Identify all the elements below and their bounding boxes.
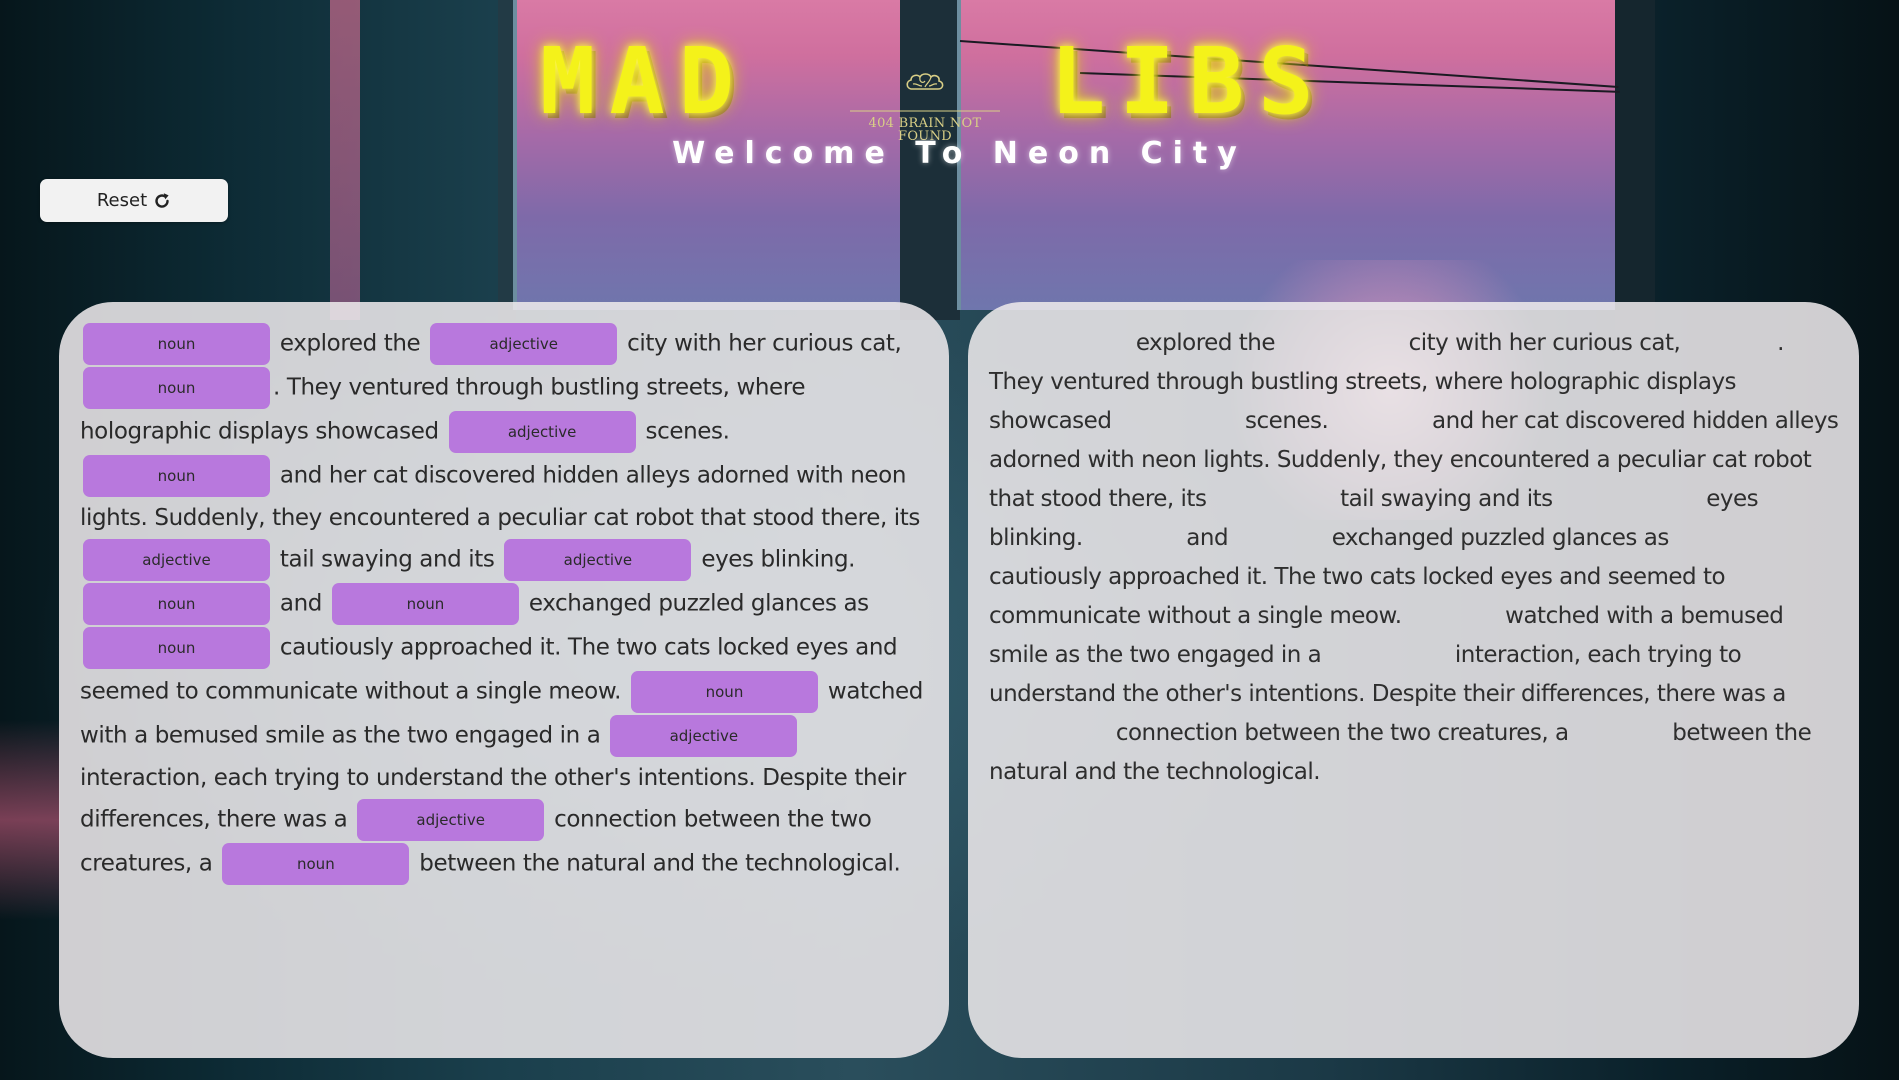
- story-text: explored the: [1135, 330, 1276, 356]
- filled-word-9: [1235, 525, 1325, 545]
- filled-word-8: [1089, 525, 1179, 545]
- page-subtitle: Welcome To Neon City: [672, 136, 1247, 171]
- filled-word-14: [1575, 720, 1665, 740]
- story-preview-panel: explored the city with her curious cat, …: [968, 302, 1859, 1058]
- blank-input-4[interactable]: [448, 411, 636, 453]
- filled-word-3: [1687, 330, 1777, 350]
- story-text: tail swaying and its: [279, 546, 495, 573]
- title-libs: LIBS: [1050, 28, 1328, 135]
- story-text: exchanged puzzled glances as: [528, 590, 869, 617]
- story-text: scenes.: [1245, 408, 1329, 434]
- filled-word-7: [1559, 486, 1699, 506]
- story-text: between the natural and the technologica…: [419, 850, 901, 877]
- story-text: tail swaying and its: [1340, 486, 1553, 512]
- story-text: eyes blinking.: [701, 546, 856, 573]
- blank-input-8[interactable]: [83, 583, 270, 625]
- title-mad: MAD: [540, 28, 749, 135]
- filled-word-5: [1335, 408, 1425, 428]
- brain-logo: 404 BRAIN NOT FOUND: [840, 72, 1010, 143]
- story-text: and: [279, 590, 322, 617]
- story-text: and: [1186, 525, 1229, 551]
- brain-icon: [906, 73, 944, 90]
- filled-word-12: [1328, 642, 1448, 662]
- neon-glow-left: [0, 720, 60, 920]
- blank-input-14[interactable]: [222, 843, 410, 885]
- blank-input-11[interactable]: [630, 671, 818, 713]
- story-text: explored the: [279, 330, 421, 357]
- blank-input-10[interactable]: [83, 627, 270, 669]
- story-input-panel: explored the city with her curious cat, …: [59, 302, 949, 1058]
- logo-rule: [850, 110, 1000, 112]
- blank-input-12[interactable]: [610, 715, 798, 757]
- blank-input-7[interactable]: [504, 539, 692, 581]
- blank-input-6[interactable]: [83, 539, 270, 581]
- story-template: explored the city with her curious cat, …: [80, 322, 929, 886]
- blank-input-3[interactable]: [83, 367, 270, 409]
- filled-word-2: [1282, 330, 1402, 350]
- filled-word-11: [1408, 603, 1498, 623]
- story-text: scenes.: [645, 418, 730, 445]
- blank-input-13[interactable]: [357, 799, 545, 841]
- filled-word-13: [989, 720, 1109, 740]
- blank-input-9[interactable]: [331, 583, 519, 625]
- story-text: city with her curious cat,: [1408, 330, 1681, 356]
- filled-word-6: [1213, 486, 1333, 506]
- story-preview: explored the city with her curious cat, …: [989, 324, 1839, 792]
- refresh-icon: [155, 192, 169, 208]
- reset-button[interactable]: Reset: [40, 179, 228, 222]
- filled-word-4: [1118, 408, 1238, 428]
- blank-input-2[interactable]: [430, 323, 618, 365]
- reset-button-label: Reset: [96, 190, 148, 211]
- blank-input-1[interactable]: [83, 323, 270, 365]
- blank-input-5[interactable]: [83, 455, 270, 497]
- story-text: city with her curious cat,: [627, 330, 902, 357]
- story-text: exchanged puzzled glances as: [1331, 525, 1670, 551]
- filled-word-10: [1676, 525, 1796, 545]
- story-text: connection between the two creatures, a: [1115, 720, 1569, 746]
- filled-word-1: [989, 330, 1129, 350]
